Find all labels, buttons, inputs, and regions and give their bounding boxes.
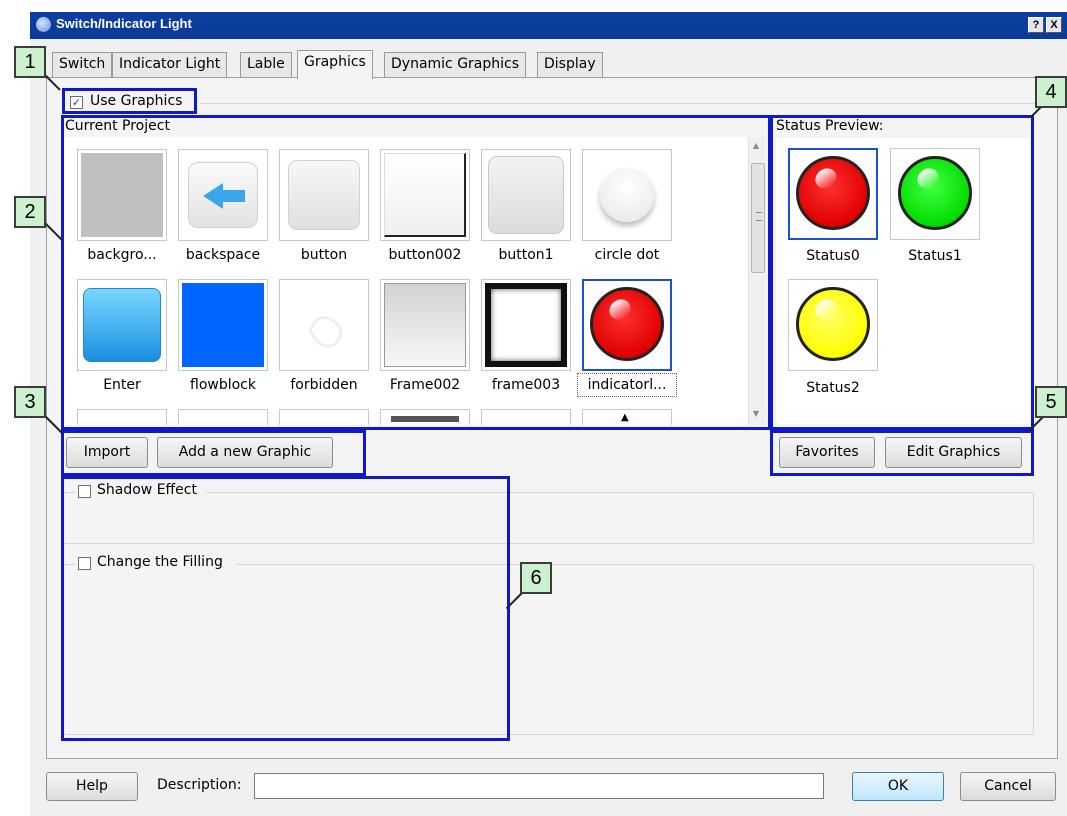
tab-display[interactable]: Display [537,52,603,77]
callout-5: 5 [1035,386,1067,418]
help-title-button[interactable]: ? [1028,17,1044,33]
callout-6: 6 [520,562,552,594]
callout-3: 3 [14,386,46,418]
annotation-box-3 [61,430,366,476]
tab-dynamic-graphics[interactable]: Dynamic Graphics [384,52,527,77]
divider [200,103,1035,104]
tab-indicator-light[interactable]: Indicator Light [112,52,228,77]
callout-4: 4 [1035,76,1067,108]
annotation-box-5 [770,430,1034,476]
callout-1: 1 [14,46,46,78]
tab-switch[interactable]: Switch [52,52,113,77]
description-label: Description: [157,777,242,793]
annotation-box-4 [770,115,1034,430]
cancel-button[interactable]: Cancel [960,772,1056,801]
close-title-button[interactable]: X [1046,17,1062,33]
title-bar[interactable]: Switch/Indicator Light ? X [30,12,1067,39]
dialog-window: Switch/Indicator Light ? X Switch Indica… [0,0,1067,816]
help-button[interactable]: Help [46,772,138,801]
app-icon [36,17,51,32]
tab-lable[interactable]: Lable [240,52,292,77]
annotation-box-2 [61,115,771,430]
tab-graphics[interactable]: Graphics [297,50,373,79]
callout-2: 2 [14,196,46,228]
window-title: Switch/Indicator Light [56,16,192,31]
ok-button[interactable]: OK [852,772,944,801]
annotation-box-6 [61,476,510,741]
annotation-box-1 [62,88,197,114]
description-input[interactable] [254,773,824,799]
